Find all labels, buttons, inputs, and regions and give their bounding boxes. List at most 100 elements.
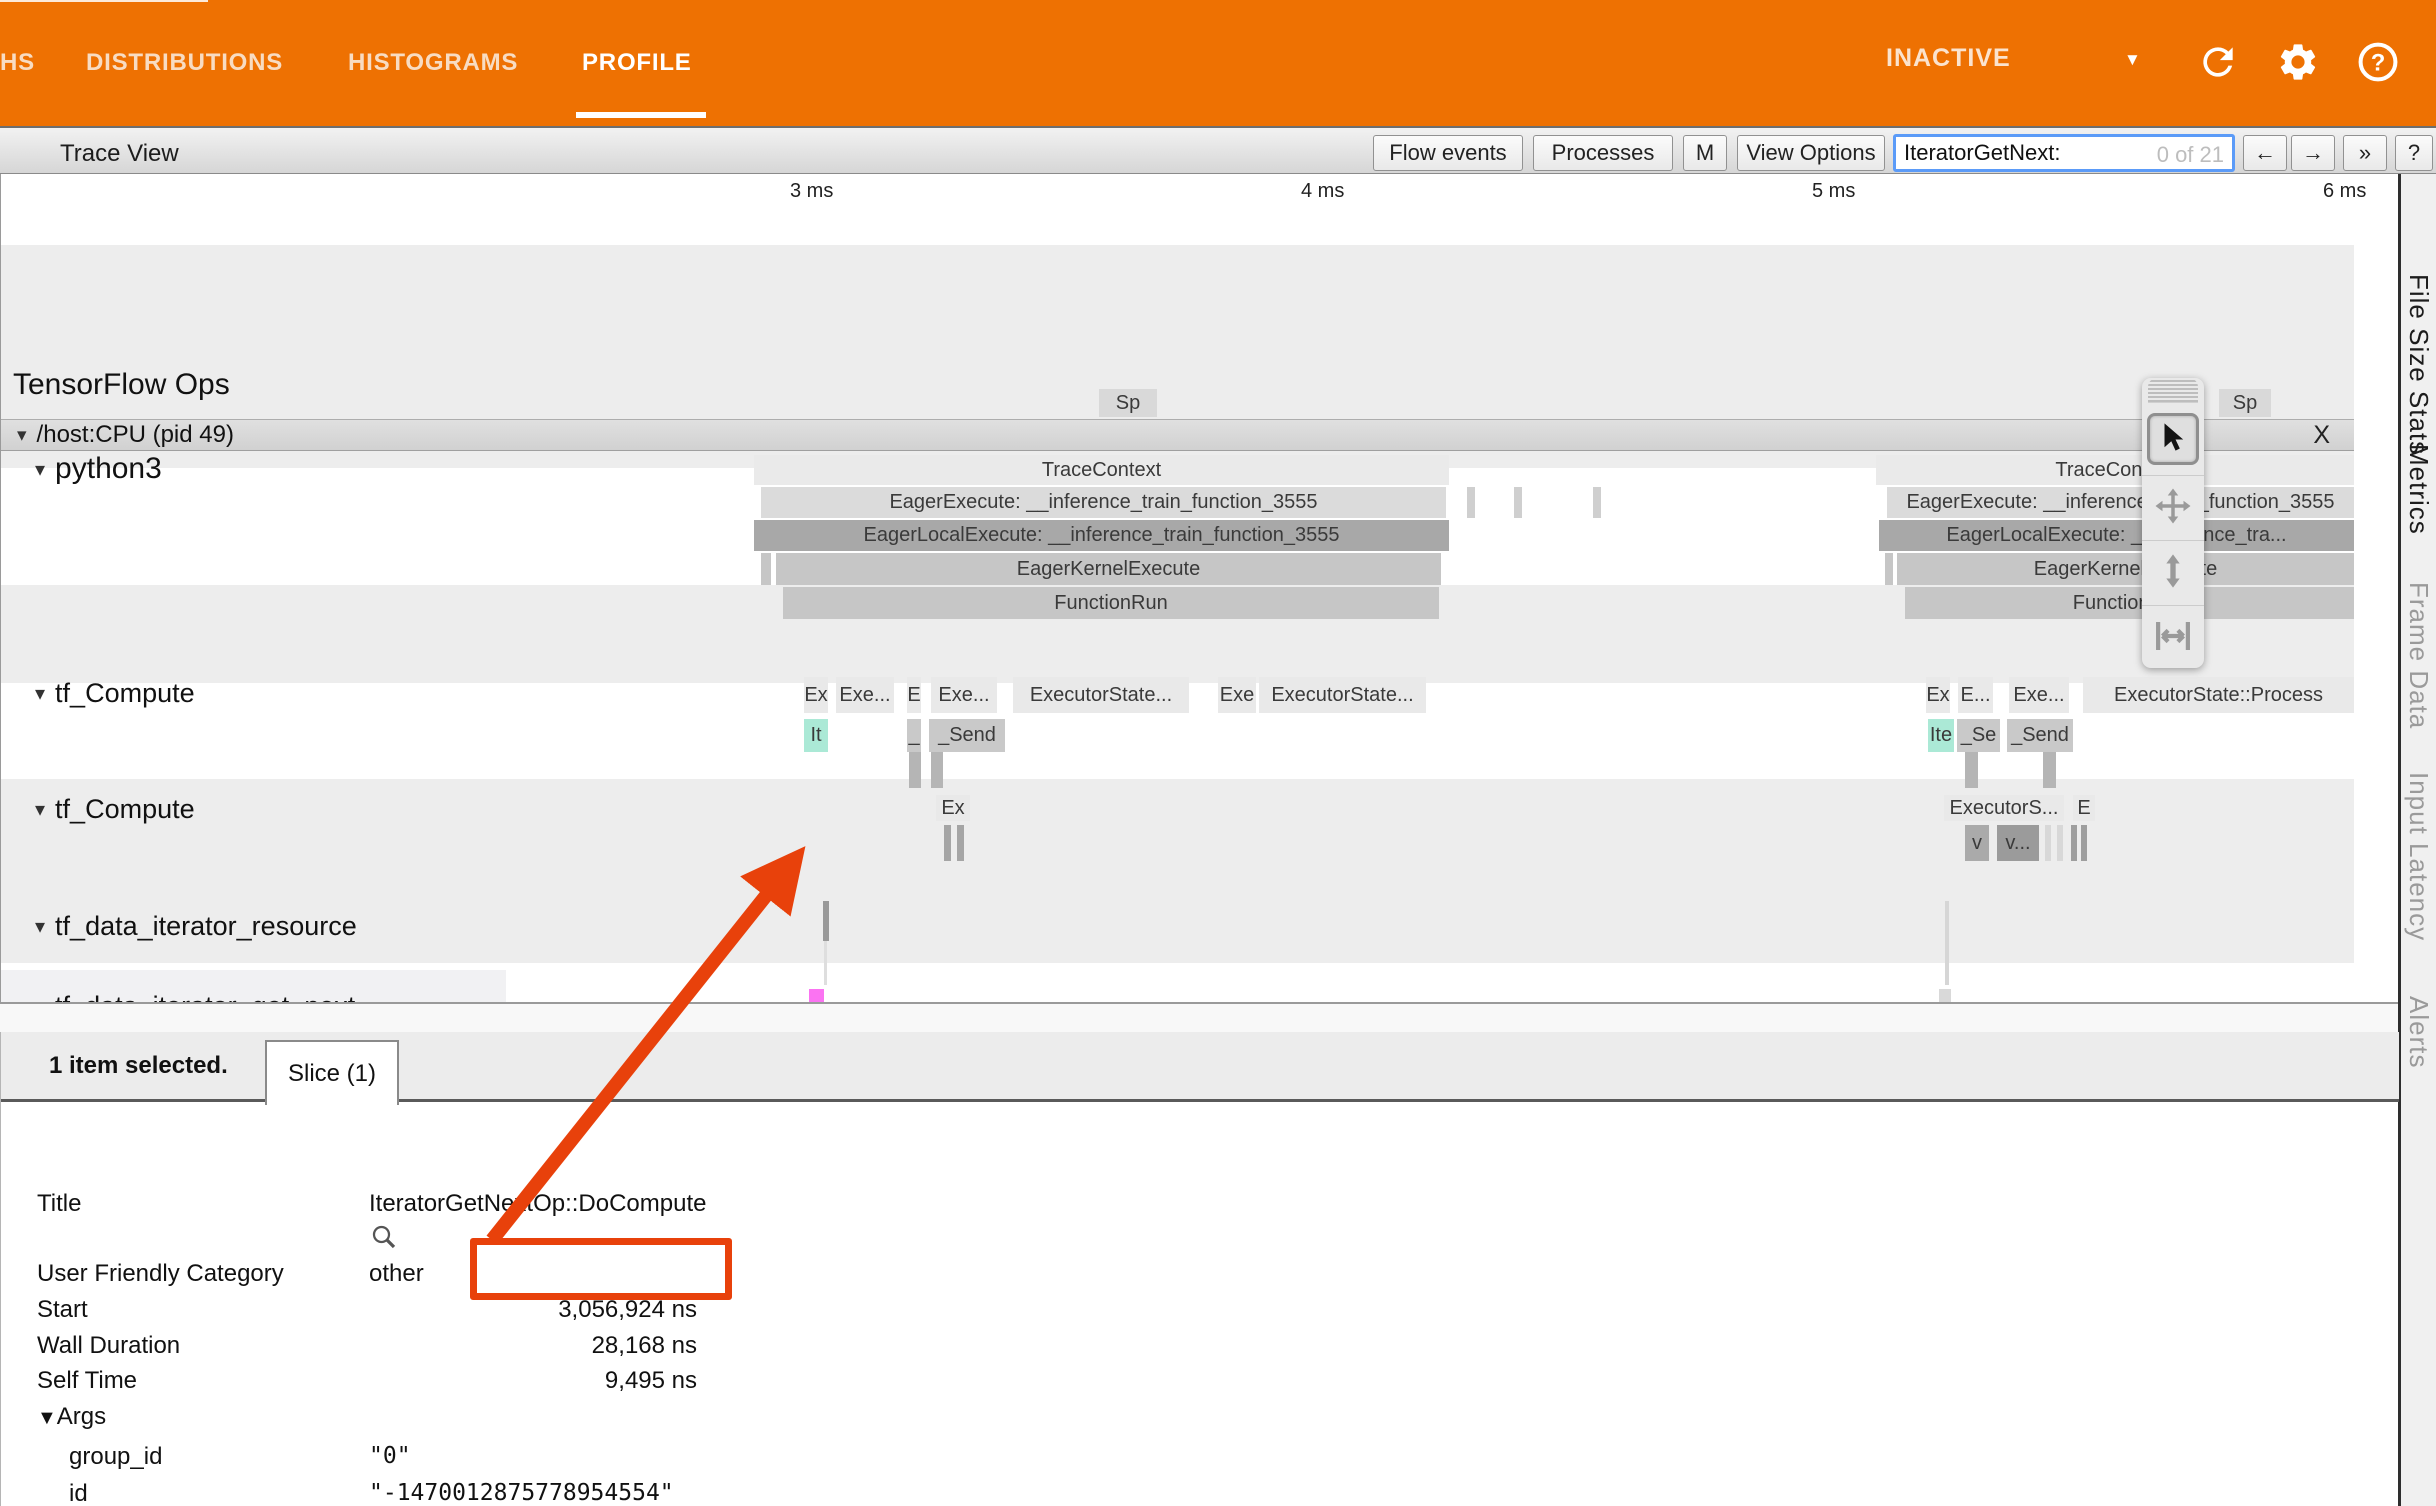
trace-slice[interactable]: ExecutorS... [1944,795,2064,821]
help-icon[interactable]: ? [2352,36,2404,88]
magnifier-icon[interactable] [369,1222,399,1259]
tab-distributions[interactable]: DISTRIBUTIONS [86,0,283,126]
trace-view-title: Trace View [60,140,179,168]
close-process-button[interactable]: X [2313,421,2330,450]
tab-histograms[interactable]: HISTOGRAMS [348,0,518,126]
row-label-tensorflow-ops[interactable]: TensorFlow Ops [13,368,230,402]
trace-slice[interactable]: v [1965,825,1989,861]
help-button[interactable]: ? [2395,135,2433,171]
processes-button[interactable]: Processes [1533,135,1673,171]
trace-slice[interactable]: ExecutorState::Process [2083,677,2354,713]
trace-slice[interactable] [2057,825,2063,861]
sidebar-tab-frame-data[interactable]: Frame Data [2403,582,2434,729]
timing-tool-button[interactable] [2142,606,2204,670]
trace-slice[interactable] [2045,825,2051,861]
trace-slice[interactable] [1593,487,1601,518]
refresh-icon[interactable] [2192,36,2244,88]
trace-timeline-canvas[interactable]: 3 ms4 ms5 ms6 msTraceContextTraceContext… [0,174,2436,1002]
trace-slice[interactable] [761,553,771,585]
trace-slice[interactable]: EagerLocalExecute: __inference_train_fun… [754,520,1449,551]
run-status-dropdown[interactable]: INACTIVE▼ [1886,44,2011,73]
pan-tool-button[interactable] [2142,476,2204,541]
sidebar-tab-metrics[interactable]: Metrics [2403,444,2434,535]
trace-slice[interactable]: _Send [2007,719,2073,752]
trace-slice[interactable] [1945,901,1949,985]
selection-tool-button[interactable] [2142,403,2204,476]
sidebar-tab-file-size-stats[interactable]: File Size Stats [2403,274,2434,455]
flow-events-button[interactable]: Flow events [1373,135,1523,171]
tab-profile[interactable]: PROFILE [582,0,692,126]
trace-slice[interactable]: E... [1958,677,1993,713]
zoom-tool-button[interactable] [2142,541,2204,606]
trace-slice[interactable] [824,941,827,985]
trace-slice[interactable]: ExecutorState... [1013,677,1189,713]
tab-hs[interactable]: HS [0,0,35,126]
trace-slice[interactable]: Ex [804,677,828,713]
trace-slice[interactable]: TraceContext [754,455,1449,485]
trace-slice[interactable] [2043,752,2056,788]
trace-slice[interactable]: ExecutorState... [1259,677,1426,713]
row-label-python3[interactable]: ▾python3 [35,452,162,486]
view-options-button[interactable]: View Options [1737,135,1885,171]
trace-slice[interactable] [957,825,964,861]
collapse-arrow-icon[interactable]: ▾ [35,797,45,822]
trace-tool-palette [2142,378,2204,668]
row-label-tf-data-iterator-resource[interactable]: ▾tf_data_iterator_resource [35,911,357,942]
trace-slice[interactable] [1514,487,1522,518]
row-label-tf-compute[interactable]: ▾tf_Compute [35,678,195,709]
row-label-tf-compute[interactable]: ▾tf_Compute [35,794,195,825]
trace-slice[interactable]: Exe... [836,677,894,713]
trace-slice[interactable]: EagerKernelExecute [1897,553,2354,585]
trace-slice[interactable]: _ [907,719,921,752]
horizontal-scrollbar[interactable] [0,1002,2398,1032]
trace-search-input[interactable] [1896,137,2232,169]
trace-slice[interactable]: Ite [1928,719,1954,752]
top-app-bar: HS DISTRIBUTIONS HISTOGRAMS PROFILE INACTIVE… [0,0,2436,126]
trace-slice[interactable] [931,752,943,788]
sidebar-tab-input-latency[interactable]: Input Latency [2403,772,2434,941]
trace-slice[interactable]: It [804,719,828,752]
trace-slice[interactable]: Exe... [2009,677,2069,713]
trace-slice[interactable]: _Se [1957,719,2000,752]
trace-slice[interactable] [2071,825,2077,861]
trace-slice[interactable]: FunctionRun [1905,587,2354,619]
trace-slice[interactable] [1965,752,1978,788]
trace-slice[interactable]: Exe... [931,677,997,713]
trace-slice[interactable]: v... [1997,825,2039,861]
sidebar-tab-alerts[interactable]: Alerts [2403,996,2434,1068]
trace-slice[interactable] [944,825,951,861]
trace-slice[interactable] [909,752,921,788]
collapse-arrow-icon[interactable]: ▾ [35,681,45,706]
trace-slice[interactable] [1467,487,1475,518]
trace-slice[interactable] [823,901,829,941]
find-next-button[interactable]: → [2291,135,2335,171]
trace-slice[interactable]: E [2073,795,2095,821]
more-button[interactable]: » [2343,135,2387,171]
collapse-arrow-icon[interactable]: ▼ [37,1407,57,1429]
trace-slice[interactable]: EagerLocalExecute: __inference_tra... [1879,520,2354,551]
trace-slice[interactable] [2081,825,2087,861]
trace-slice[interactable]: Ex [936,795,970,821]
collapse-arrow-icon[interactable]: ▾ [17,424,27,447]
process-header-host-cpu[interactable]: ▾/host:CPU (pid 49)X [1,419,2354,451]
trace-slice[interactable]: E [907,677,921,713]
trace-slice[interactable]: _Send [929,719,1005,752]
tab-slice[interactable]: Slice (1) [265,1040,399,1105]
collapse-arrow-icon[interactable]: ▾ [35,914,45,939]
m-button[interactable]: M [1683,135,1727,171]
trace-slice[interactable]: EagerExecute: __inference_train_function… [761,487,1446,518]
collapse-arrow-icon[interactable]: ▾ [35,457,45,482]
trace-slice[interactable]: Ex [1926,677,1950,713]
trace-slice[interactable]: Exe [1218,677,1256,713]
trace-slice[interactable] [1885,553,1893,585]
gear-icon[interactable] [2272,36,2324,88]
palette-drag-handle-icon[interactable] [2148,378,2198,403]
chevron-down-icon[interactable]: ▼ [2124,50,2141,70]
trace-slice[interactable]: EagerExecute: __inference_train_function… [1887,487,2354,518]
trace-slice[interactable]: Sp [2219,389,2271,417]
trace-slice[interactable]: FunctionRun [783,587,1439,619]
trace-slice[interactable]: Sp [1099,389,1157,417]
trace-slice[interactable]: EagerKernelExecute [776,553,1441,585]
find-prev-button[interactable]: ← [2243,135,2287,171]
trace-slice[interactable]: TraceContext [1876,455,2354,485]
